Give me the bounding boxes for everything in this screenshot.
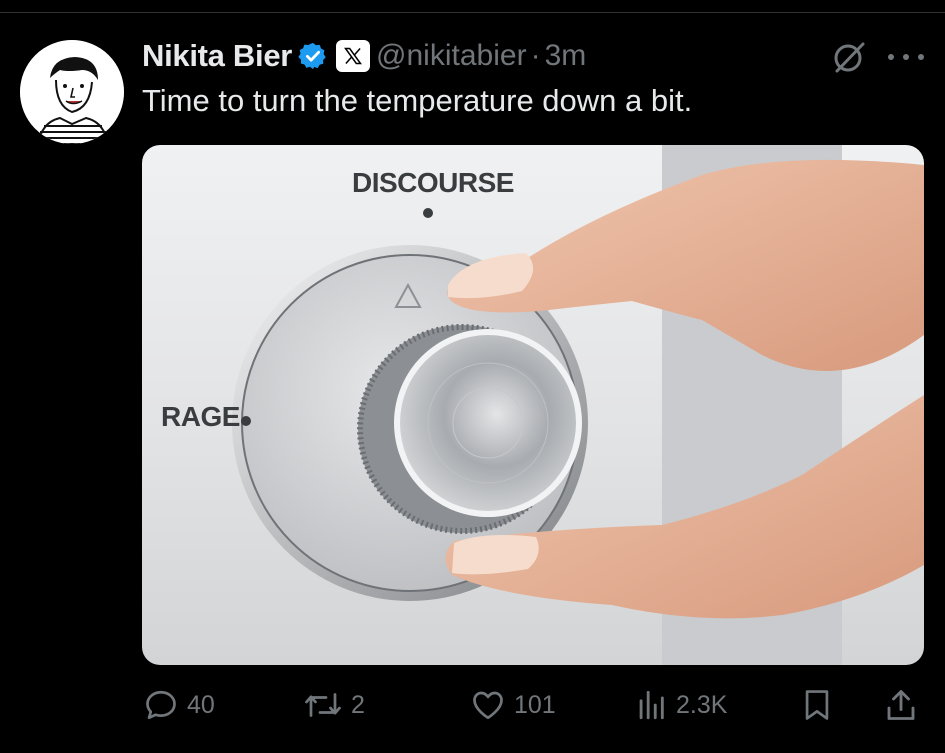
views-button[interactable]: 2.3K bbox=[634, 683, 727, 727]
author-handle[interactable]: @nikitabier bbox=[376, 39, 527, 73]
tweet-image[interactable]: DISCOURSE RAGE bbox=[142, 145, 924, 665]
action-bar: 40 2 101 2.3K bbox=[0, 683, 945, 727]
share-button[interactable] bbox=[883, 683, 919, 727]
share-icon bbox=[887, 690, 915, 720]
x-logo-icon bbox=[336, 40, 371, 72]
more-icon[interactable] bbox=[888, 40, 924, 74]
repost-icon bbox=[305, 693, 341, 717]
repost-button[interactable]: 2 bbox=[303, 683, 365, 727]
separator-dot: · bbox=[530, 39, 541, 72]
reply-count: 40 bbox=[187, 690, 215, 719]
reply-button[interactable]: 40 bbox=[143, 683, 215, 727]
timestamp[interactable]: 3m bbox=[545, 39, 587, 73]
like-icon bbox=[473, 691, 503, 720]
bookmark-icon bbox=[805, 690, 829, 720]
media-label-rage: RAGE bbox=[161, 401, 240, 432]
author-name[interactable]: Nikita Bier bbox=[142, 38, 292, 74]
tweet-header: Nikita Bier @nikitabier · 3m bbox=[142, 36, 586, 76]
media-label-discourse: DISCOURSE bbox=[352, 167, 514, 198]
reply-icon bbox=[146, 690, 176, 720]
avatar[interactable] bbox=[20, 40, 124, 144]
views-count: 2.3K bbox=[676, 690, 728, 719]
verified-badge-icon bbox=[298, 41, 328, 71]
bookmark-button[interactable] bbox=[800, 683, 834, 727]
repost-count: 2 bbox=[351, 690, 365, 719]
grok-icon[interactable] bbox=[832, 40, 866, 74]
like-button[interactable]: 101 bbox=[470, 683, 556, 727]
views-icon bbox=[639, 690, 664, 720]
like-count: 101 bbox=[514, 690, 556, 719]
top-divider bbox=[0, 12, 945, 13]
tweet-text: Time to turn the temperature down a bit. bbox=[142, 83, 693, 118]
